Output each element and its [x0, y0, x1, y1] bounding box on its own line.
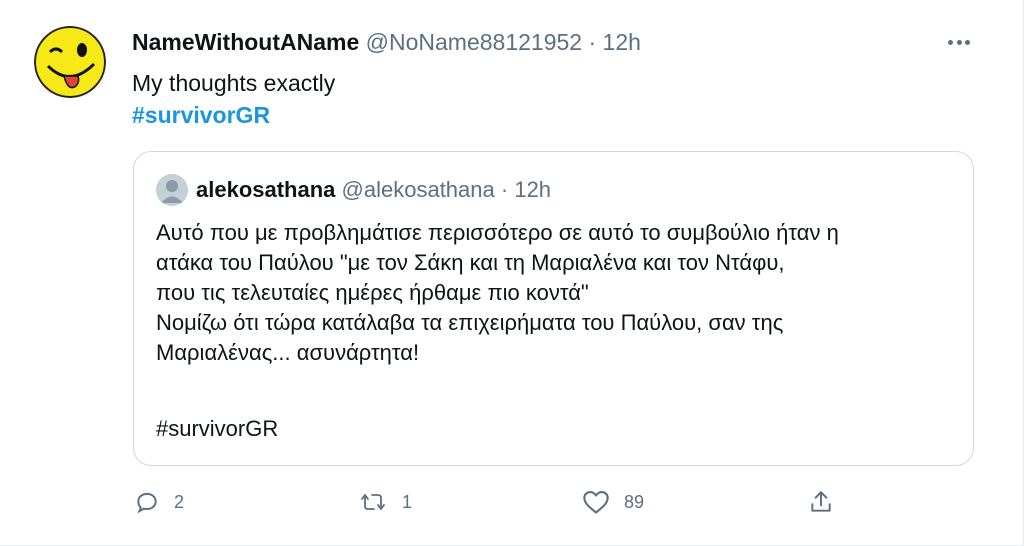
heart-icon	[583, 491, 609, 514]
quoted-hashtag: #survivorGR	[156, 416, 279, 441]
retweet-count: 1	[402, 491, 413, 512]
quoted-text-line: Μαριαλένας... ασυνάρτητα!	[156, 340, 420, 365]
quoted-timestamp[interactable]: 12h	[514, 177, 551, 202]
tweet-text: My thoughts exactly	[132, 70, 336, 96]
like-count: 89	[624, 491, 645, 512]
more-dot	[948, 39, 953, 45]
quoted-tweet[interactable]: alekosathana @alekosathana · 12h Αυτό πο…	[133, 151, 974, 466]
tweet-header: NameWithoutAName @NoName88121952 · 12h	[132, 28, 641, 56]
tweet-actions: 2 1 89	[132, 486, 852, 518]
quoted-tweet-text: Αυτό που με προβλημάτισε περισσότερο σε …	[156, 218, 966, 368]
quoted-display-name[interactable]: alekosathana	[196, 177, 335, 202]
more-options-icon[interactable]	[944, 30, 974, 54]
quoted-header: alekosathana @alekosathana · 12h	[196, 176, 551, 204]
avatar[interactable]	[34, 26, 106, 98]
separator-dot: ·	[500, 177, 509, 202]
share-button[interactable]	[808, 486, 834, 518]
hashtag-link[interactable]: #survivorGR	[132, 100, 270, 130]
more-dot	[965, 39, 970, 45]
timestamp[interactable]: 12h	[603, 29, 641, 55]
quoted-text-line: Νομίζω ότι τώρα κατάλαβα τα επιχειρήματα…	[156, 310, 784, 335]
user-handle[interactable]: @NoName88121952	[366, 29, 582, 55]
default-profile-icon	[156, 174, 188, 206]
quoted-user-handle[interactable]: @alekosathana	[342, 177, 495, 202]
quoted-text-line: Αυτό που με προβλημάτισε περισσότερο σε …	[156, 220, 839, 245]
quoted-text-line: ατάκα του Παύλου "με τον Σάκη και τη Μαρ…	[156, 250, 785, 275]
retweet-button[interactable]: 1	[358, 486, 412, 518]
like-button[interactable]: 89	[582, 486, 644, 518]
reply-button[interactable]: 2	[134, 486, 184, 518]
quoted-avatar[interactable]	[156, 174, 188, 206]
reply-icon	[137, 492, 157, 514]
winking-smiley-tongue-icon	[34, 26, 106, 98]
separator-dot: ·	[588, 29, 597, 55]
more-dot	[956, 39, 962, 45]
retweet-icon	[361, 494, 385, 510]
share-icon	[811, 491, 831, 512]
quoted-text-line: που τις τελευταίες ημέρες ήρθαμε πιο κον…	[156, 280, 589, 305]
tweet[interactable]: NameWithoutAName @NoName88121952 · 12h M…	[0, 0, 1024, 546]
reply-count: 2	[174, 491, 185, 512]
display-name[interactable]: NameWithoutAName	[132, 29, 359, 55]
